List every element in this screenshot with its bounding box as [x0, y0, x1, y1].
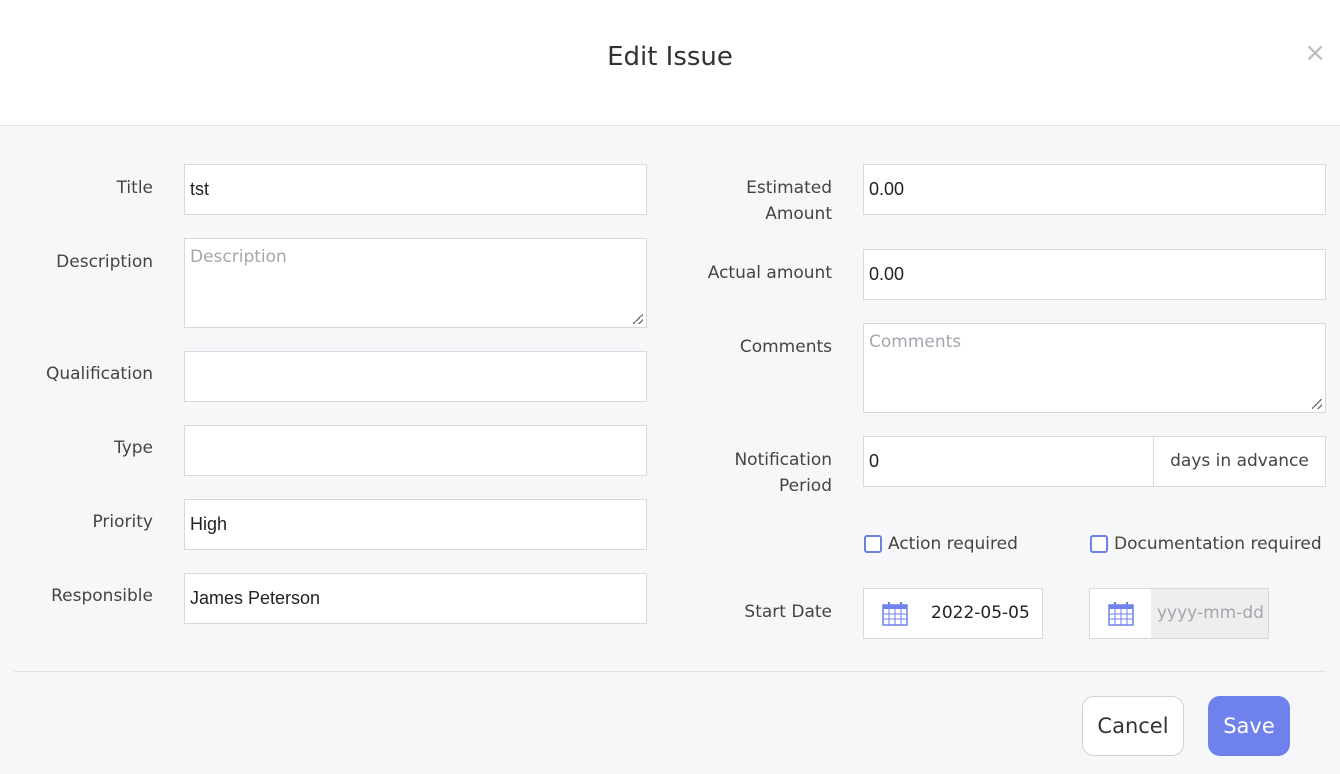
- save-button[interactable]: Save: [1208, 696, 1290, 756]
- action-required-checkbox[interactable]: [864, 535, 882, 553]
- end-date-input[interactable]: yyyy-mm-dd: [1151, 588, 1269, 639]
- notification-period-label: Notification Period: [680, 447, 832, 499]
- type-label: Type: [113, 438, 153, 458]
- comments-textarea[interactable]: Comments: [863, 323, 1326, 413]
- end-date-calendar-button[interactable]: [1089, 588, 1152, 639]
- description-placeholder: Description: [190, 247, 287, 267]
- days-in-advance-addon: days in advance: [1153, 436, 1326, 487]
- estimated-amount-label-line2: Amount: [765, 204, 832, 224]
- type-input[interactable]: [184, 425, 647, 476]
- start-date-calendar-button[interactable]: [863, 588, 926, 639]
- calendar-icon: [1107, 601, 1134, 626]
- description-label: Description: [56, 252, 153, 272]
- notification-period-label-line1: Notification: [734, 450, 832, 470]
- actual-amount-label: Actual amount: [707, 263, 832, 283]
- cancel-button[interactable]: Cancel: [1082, 696, 1184, 756]
- qualification-input[interactable]: [184, 351, 647, 402]
- notification-period-label-line2: Period: [778, 476, 832, 496]
- priority-select[interactable]: High: [184, 499, 647, 550]
- close-icon[interactable]: ×: [1304, 40, 1326, 66]
- documentation-required-checkbox[interactable]: [1090, 535, 1108, 553]
- responsible-select[interactable]: James Peterson: [184, 573, 647, 624]
- resize-grip-icon[interactable]: [633, 314, 643, 324]
- estimated-amount-label: Estimated Amount: [680, 175, 832, 227]
- documentation-required-label[interactable]: Documentation required: [1114, 533, 1322, 555]
- modal-header: Edit Issue ×: [0, 0, 1340, 126]
- modal-title: Edit Issue: [607, 42, 733, 72]
- calendar-icon: [881, 601, 908, 626]
- actual-amount-input[interactable]: 0.00: [863, 249, 1326, 300]
- comments-placeholder: Comments: [869, 332, 962, 352]
- start-date-input[interactable]: 2022-05-05: [925, 588, 1043, 639]
- resize-grip-icon[interactable]: [1312, 399, 1322, 409]
- action-required-label[interactable]: Action required: [888, 533, 1018, 555]
- responsible-label: Responsible: [51, 586, 153, 606]
- estimated-amount-label-line1: Estimated: [746, 178, 832, 198]
- estimated-amount-input[interactable]: 0.00: [863, 164, 1326, 215]
- description-textarea[interactable]: Description: [184, 238, 647, 328]
- title-label: Title: [116, 178, 153, 198]
- priority-label: Priority: [92, 512, 153, 532]
- start-date-label: Start Date: [744, 602, 832, 622]
- comments-label: Comments: [739, 337, 832, 357]
- footer-divider: [14, 671, 1326, 672]
- qualification-label: Qualification: [45, 364, 153, 384]
- notification-period-input[interactable]: 0: [863, 436, 1154, 487]
- title-input[interactable]: tst: [184, 164, 647, 215]
